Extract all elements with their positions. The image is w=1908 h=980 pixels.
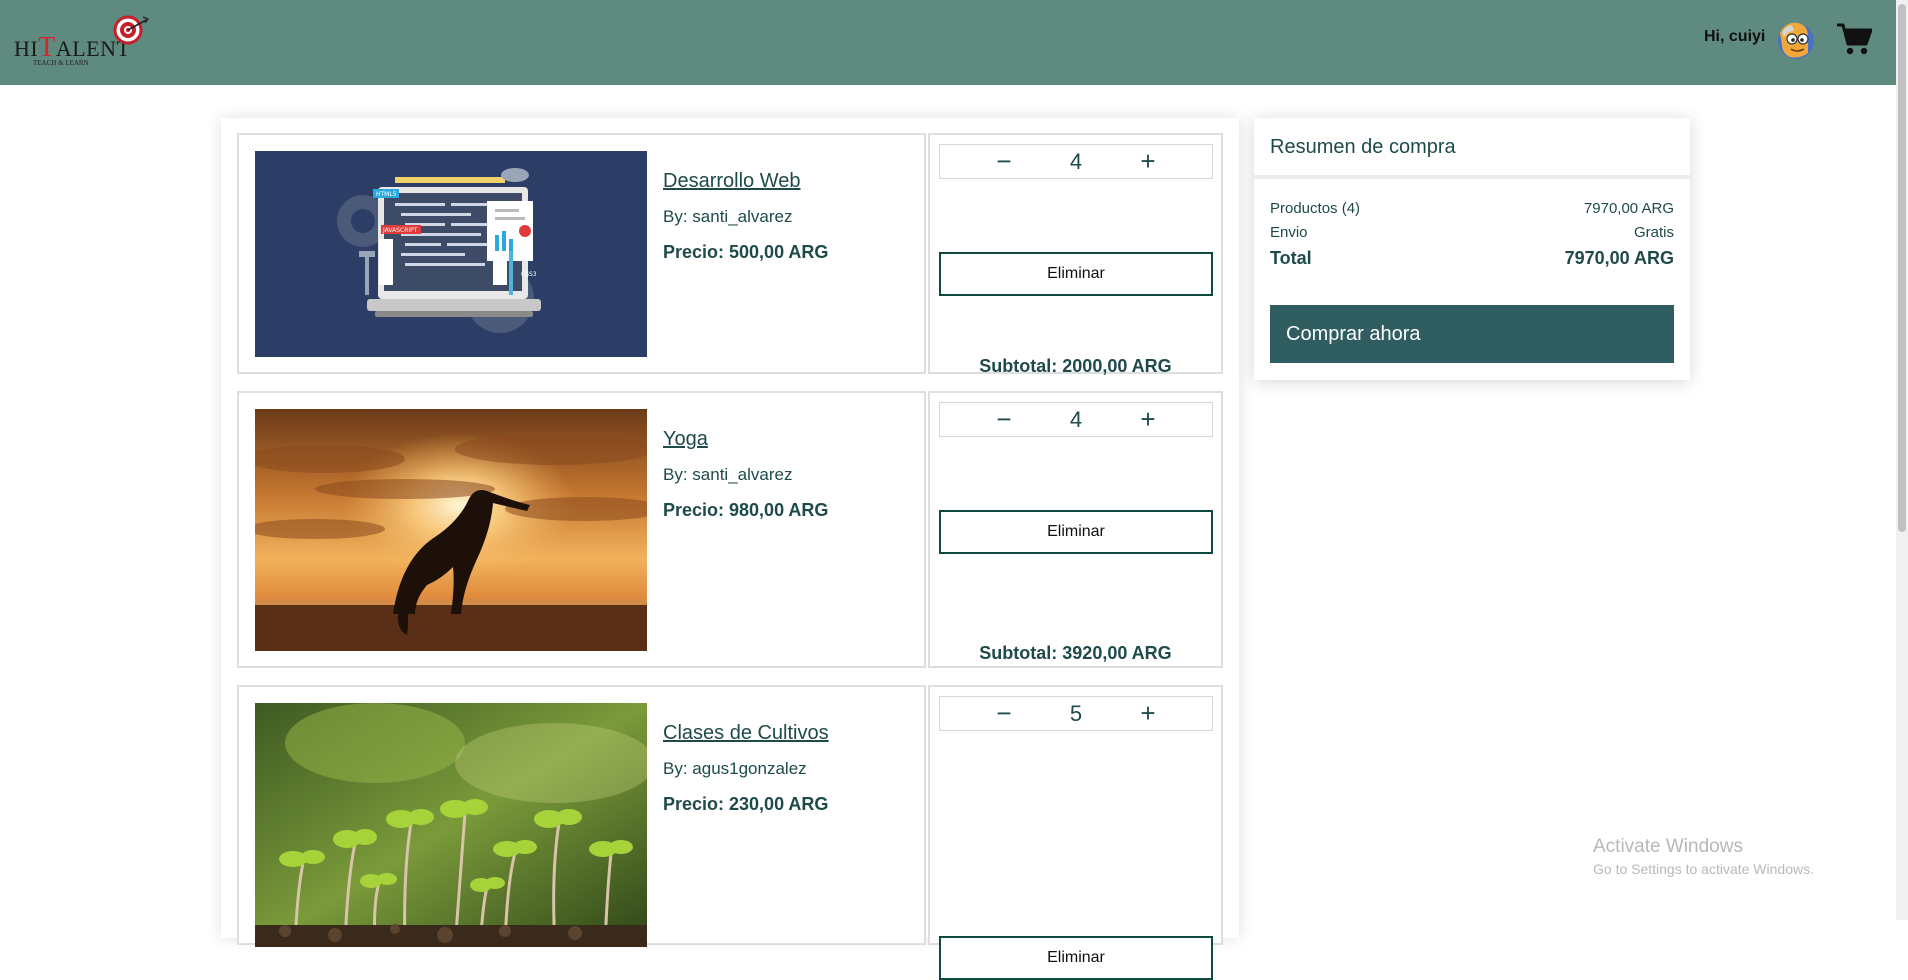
cart-item: HTML5 JAVASCRIPT CSS3 Desarrollo Web By:… <box>237 133 1223 376</box>
summary-title: Resumen de compra <box>1270 136 1456 158</box>
quantity-value: 4 <box>1069 407 1083 432</box>
shopping-cart-icon[interactable] <box>1836 22 1872 56</box>
decrease-quantity-button[interactable]: − <box>984 697 1024 730</box>
purchase-summary-card: Resumen de compra Productos (4) 7970,00 … <box>1254 118 1690 380</box>
quantity-stepper: − 4 + <box>939 402 1213 437</box>
decrease-quantity-button[interactable]: − <box>984 145 1024 178</box>
course-image-crops[interactable] <box>255 703 647 947</box>
cart-item: Yoga By: santi_alvarez Precio: 980,00 AR… <box>237 391 1223 668</box>
course-image-web-development[interactable]: HTML5 JAVASCRIPT CSS3 <box>255 151 647 357</box>
course-image-yoga[interactable] <box>255 409 647 651</box>
course-title-link[interactable]: Yoga <box>663 428 708 451</box>
activate-windows-title: Activate Windows <box>1593 836 1743 857</box>
course-price: Precio: 980,00 ARG <box>663 500 829 520</box>
course-author: By: santi_alvarez <box>663 465 793 484</box>
quantity-value: 4 <box>1069 149 1083 174</box>
summary-divider <box>1254 175 1690 179</box>
products-value: 7970,00 ARG <box>1583 200 1674 217</box>
hitalent-logo[interactable]: HITALENT TEACH & LEARN <box>14 12 150 72</box>
buy-now-button[interactable]: Comprar ahora <box>1270 305 1674 363</box>
quantity-value: 5 <box>1069 701 1083 726</box>
increase-quantity-button[interactable]: + <box>1128 145 1168 178</box>
cart-item: Clases de Cultivos By: agus1gonzalez Pre… <box>237 685 1223 980</box>
course-price: Precio: 500,00 ARG <box>663 242 829 262</box>
cart-item-actions: − 4 + Eliminar Subtotal: 3920,00 ARG <box>928 391 1223 668</box>
svg-text:CSS3: CSS3 <box>521 271 537 278</box>
increase-quantity-button[interactable]: + <box>1128 403 1168 436</box>
item-subtotal: Subtotal: 2000,00 ARG <box>979 356 1172 376</box>
increase-quantity-button[interactable]: + <box>1128 697 1168 730</box>
decrease-quantity-button[interactable]: − <box>984 403 1024 436</box>
course-author: By: santi_alvarez <box>663 207 793 226</box>
logo-tagline: TEACH & LEARN <box>33 59 89 67</box>
remove-item-button[interactable]: Eliminar <box>939 252 1213 296</box>
quantity-stepper: − 4 + <box>939 144 1213 179</box>
course-title-link[interactable]: Desarrollo Web <box>663 170 800 193</box>
total-label: Total <box>1270 248 1312 268</box>
cart-item-actions: − 4 + Eliminar Subtotal: 2000,00 ARG <box>928 133 1223 376</box>
course-title-link[interactable]: Clases de Cultivos <box>663 722 829 745</box>
user-avatar[interactable] <box>1774 19 1814 61</box>
course-price: Precio: 230,00 ARG <box>663 794 829 814</box>
remove-item-button[interactable]: Eliminar <box>939 510 1213 554</box>
total-value: 7970,00 ARG <box>1564 248 1674 268</box>
cart-item-info: Yoga By: santi_alvarez Precio: 980,00 AR… <box>237 391 926 668</box>
shipping-value: Gratis <box>1633 224 1674 241</box>
cart-items-panel: HTML5 JAVASCRIPT CSS3 Desarrollo Web By:… <box>221 118 1239 980</box>
activate-windows-hint: Go to Settings to activate Windows. <box>1593 861 1814 877</box>
page-scrollbar[interactable] <box>1896 0 1908 920</box>
cart-item-actions: − 5 + Eliminar <box>928 685 1223 980</box>
quantity-stepper: − 5 + <box>939 696 1213 731</box>
svg-text:HTML5: HTML5 <box>376 191 397 198</box>
item-subtotal: Subtotal: 3920,00 ARG <box>979 643 1172 663</box>
scrollbar-thumb[interactable] <box>1898 4 1906 532</box>
remove-item-button[interactable]: Eliminar <box>939 936 1213 980</box>
cart-item-info: HTML5 JAVASCRIPT CSS3 Desarrollo Web By:… <box>237 133 926 374</box>
user-greeting: Hi, cuiyi <box>1704 28 1766 45</box>
target-arrow-icon <box>113 15 150 45</box>
top-navbar: HITALENT TEACH & LEARN Hi, cuiyi <box>0 0 1896 85</box>
course-author: By: agus1gonzalez <box>663 759 807 778</box>
svg-text:JAVASCRIPT: JAVASCRIPT <box>382 227 418 234</box>
cart-item-info: Clases de Cultivos By: agus1gonzalez Pre… <box>237 685 926 947</box>
shipping-label: Envio <box>1270 224 1308 241</box>
products-label: Productos (4) <box>1270 200 1361 217</box>
